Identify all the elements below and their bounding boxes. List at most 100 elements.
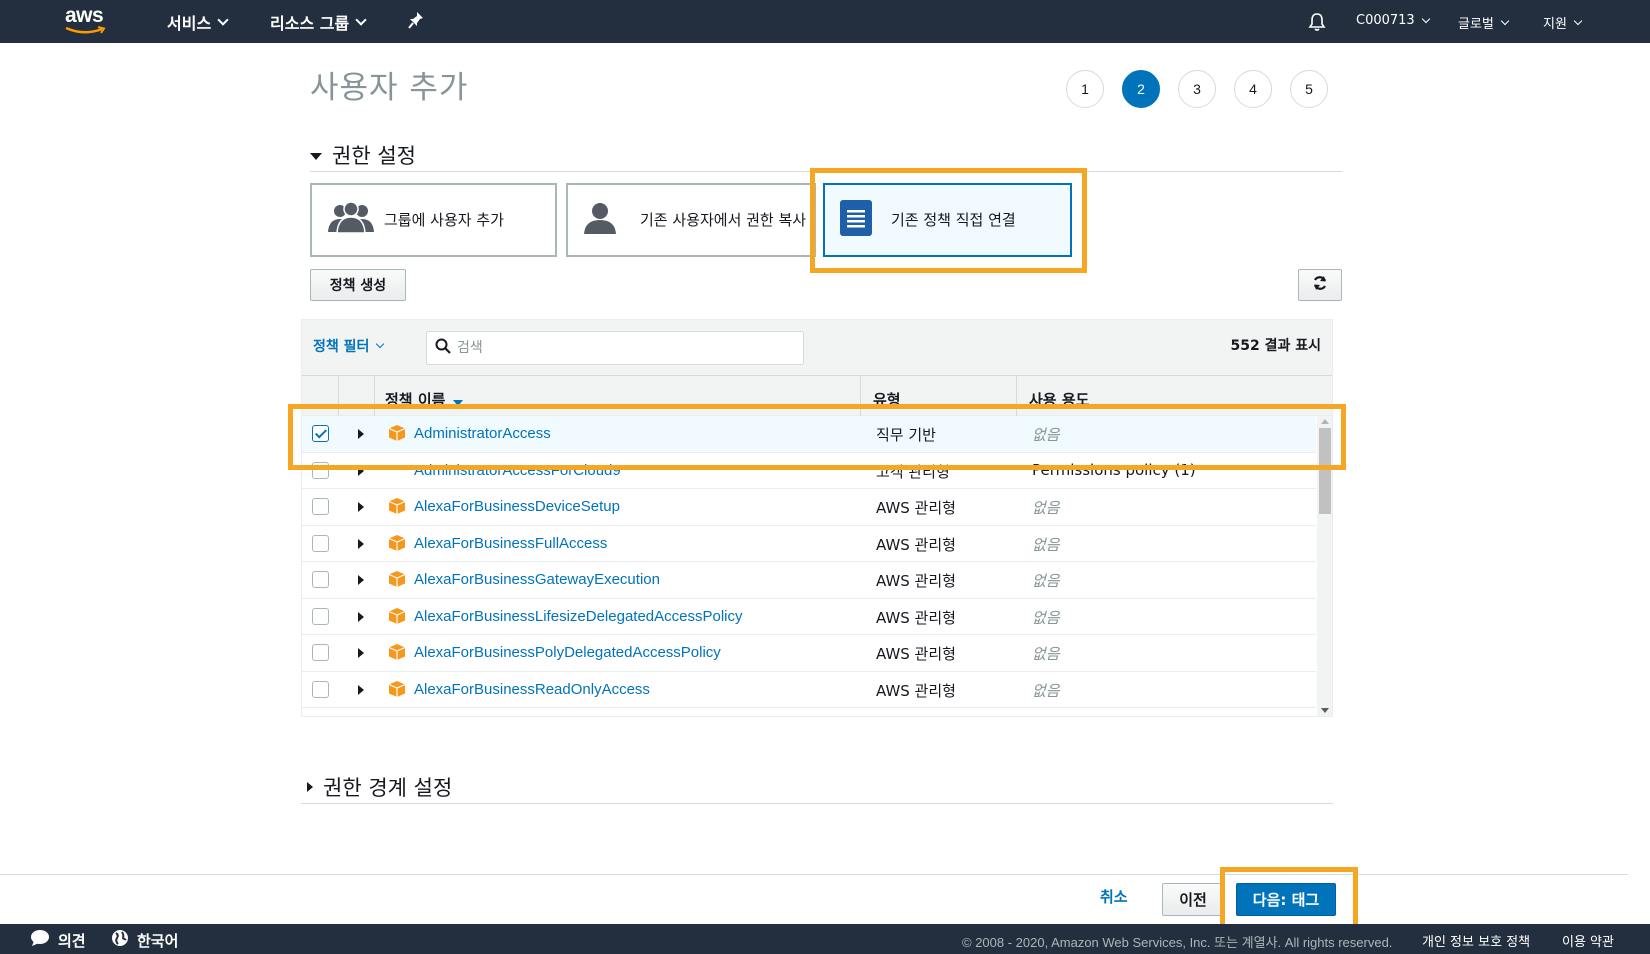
policy-package-icon xyxy=(388,643,406,665)
policy-type: AWS 관리형 xyxy=(876,535,956,554)
expand-row-icon[interactable] xyxy=(358,538,364,549)
policy-used-as: 없음 xyxy=(1032,499,1060,517)
language-selector[interactable]: 한국어 xyxy=(111,929,178,951)
chevron-down-icon xyxy=(376,339,385,349)
policy-package-icon xyxy=(388,534,406,556)
feedback-link[interactable]: 의견 xyxy=(30,929,86,951)
aws-logo[interactable]: aws xyxy=(64,4,114,38)
policy-used-as: 없음 xyxy=(1032,681,1060,700)
bell-icon[interactable] xyxy=(1308,12,1326,36)
users-group-icon xyxy=(326,201,376,238)
table-row[interactable]: AlexaForBusinessGatewayExecution AWS 관리형 없… xyxy=(302,562,1316,599)
terms-of-use-link[interactable]: 이용 약관 xyxy=(1562,931,1614,950)
step-3[interactable]: 3 xyxy=(1178,70,1216,108)
search-box[interactable] xyxy=(426,331,804,365)
chevron-down-icon xyxy=(1421,14,1430,23)
option-label: 그룹에 사용자 추가 xyxy=(384,211,504,229)
resource-groups-menu[interactable]: 리소스 그룹 xyxy=(270,10,367,34)
policy-name-link[interactable]: AlexaForBusinessDeviceSetup xyxy=(414,498,620,515)
refresh-icon xyxy=(1312,275,1328,295)
section-title: 권한 경계 설정 xyxy=(323,775,453,800)
action-bar-divider xyxy=(0,874,1628,875)
top-navigation: aws 서비스 리소스 그룹 C000713 글로벌 지원 xyxy=(0,0,1650,43)
create-policy-button[interactable]: 정책 생성 xyxy=(310,269,406,301)
policy-used-as: 없음 xyxy=(1032,645,1060,663)
policy-filter-dropdown[interactable]: 정책 필터 xyxy=(313,336,385,356)
search-input[interactable] xyxy=(457,340,777,356)
user-icon xyxy=(582,201,618,239)
policy-name-link[interactable]: AlexaForBusinessPolyDelegatedAccessPolic… xyxy=(414,644,721,661)
step-1[interactable]: 1 xyxy=(1066,70,1104,108)
table-row[interactable]: AlexaForBusinessPolyDelegatedAccessPolic… xyxy=(302,635,1316,672)
chevron-down-icon xyxy=(1573,16,1583,25)
expand-row-icon[interactable] xyxy=(358,575,364,585)
option-label: 기존 사용자에서 권한 복사 xyxy=(640,211,807,229)
caret-down-icon xyxy=(310,153,322,160)
expand-row-icon[interactable] xyxy=(358,611,364,622)
policy-type: AWS 관리형 xyxy=(876,572,956,590)
policy-name-link[interactable]: AlexaForBusinessLifesizeDelegatedAccessP… xyxy=(414,608,743,625)
pin-icon[interactable] xyxy=(408,11,424,29)
policy-name-link[interactable]: AlexaForBusinessReadOnlyAccess xyxy=(414,681,650,698)
search-icon xyxy=(435,338,451,358)
permissions-section-header[interactable]: 권한 설정 xyxy=(310,138,1342,172)
caret-right-icon xyxy=(307,781,313,792)
step-2[interactable]: 2 xyxy=(1122,70,1160,108)
policy-type: AWS 관리형 xyxy=(876,681,956,700)
highlight-box xyxy=(288,404,1346,470)
policy-name-link[interactable]: AlexaForBusinessFullAccess xyxy=(414,535,607,552)
row-checkbox[interactable] xyxy=(312,607,329,625)
step-5[interactable]: 5 xyxy=(1290,70,1328,108)
policy-type: AWS 관리형 xyxy=(876,645,956,663)
chevron-down-icon xyxy=(217,14,229,26)
chat-bubble-icon xyxy=(30,929,50,951)
step-4[interactable]: 4 xyxy=(1234,70,1272,108)
cancel-button[interactable]: 취소 xyxy=(1100,886,1128,907)
chevron-down-icon xyxy=(1500,16,1510,25)
row-checkbox[interactable] xyxy=(312,498,329,515)
services-menu[interactable]: 서비스 xyxy=(167,10,229,34)
scroll-down-icon[interactable] xyxy=(1321,708,1329,713)
highlight-box xyxy=(810,168,1087,273)
table-row[interactable]: AlexaForBusinessLifesizeDelegatedAccessP… xyxy=(302,598,1316,635)
row-checkbox[interactable] xyxy=(312,571,329,588)
row-checkbox[interactable] xyxy=(312,680,329,698)
expand-row-icon[interactable] xyxy=(358,684,364,695)
row-checkbox[interactable] xyxy=(312,534,329,552)
policy-name-link[interactable]: AlexaForBusinessGatewayExecution xyxy=(414,571,660,588)
policy-type: AWS 관리형 xyxy=(876,499,956,517)
copyright-text: © 2008 - 2020, Amazon Web Services, Inc.… xyxy=(962,935,1393,950)
region-menu[interactable]: 글로벌 xyxy=(1458,13,1510,32)
privacy-policy-link[interactable]: 개인 정보 보호 정책 xyxy=(1422,931,1530,950)
support-menu[interactable]: 지원 xyxy=(1543,13,1583,32)
permissions-boundary-section-header[interactable]: 권한 경계 설정 xyxy=(301,770,1333,804)
account-menu[interactable]: C000713 xyxy=(1356,13,1430,28)
policy-used-as: 없음 xyxy=(1032,535,1060,554)
policy-package-icon xyxy=(388,607,406,629)
policy-used-as: 없음 xyxy=(1032,572,1060,590)
policy-type: AWS 관리형 xyxy=(876,608,956,627)
expand-row-icon[interactable] xyxy=(358,648,364,658)
policy-package-icon xyxy=(388,680,406,702)
policy-used-as: 없음 xyxy=(1032,608,1060,627)
option-add-to-group[interactable]: 그룹에 사용자 추가 xyxy=(310,183,557,257)
policy-package-icon xyxy=(388,570,406,592)
wizard-steps: 1 2 3 4 5 xyxy=(1066,70,1328,108)
policy-package-icon xyxy=(388,497,406,519)
previous-button[interactable]: 이전 xyxy=(1162,883,1224,916)
row-checkbox[interactable] xyxy=(312,644,329,661)
expand-row-icon[interactable] xyxy=(358,502,364,512)
chevron-down-icon xyxy=(355,14,367,26)
section-title: 권한 설정 xyxy=(332,143,416,168)
table-row[interactable]: AlexaForBusinessDeviceSetup AWS 관리형 없음 xyxy=(302,489,1316,526)
globe-icon xyxy=(111,929,129,951)
refresh-button[interactable] xyxy=(1298,269,1342,301)
footer: 의견 한국어 © 2008 - 2020, Amazon Web Service… xyxy=(0,924,1650,954)
option-copy-permissions[interactable]: 기존 사용자에서 권한 복사 xyxy=(566,183,816,257)
page-title: 사용자 추가 xyxy=(310,70,469,106)
table-row[interactable]: AlexaForBusinessReadOnlyAccess AWS 관리형 없음 xyxy=(302,671,1316,708)
filter-bar: 정책 필터 552 결과 표시 xyxy=(302,320,1332,376)
policy-table-panel: 정책 필터 552 결과 표시 정책 이름 유형 사용 용도 Administr… xyxy=(301,319,1333,717)
result-count: 552 결과 표시 xyxy=(1230,338,1322,354)
table-row[interactable]: AlexaForBusinessFullAccess AWS 관리형 없음 xyxy=(302,525,1316,562)
